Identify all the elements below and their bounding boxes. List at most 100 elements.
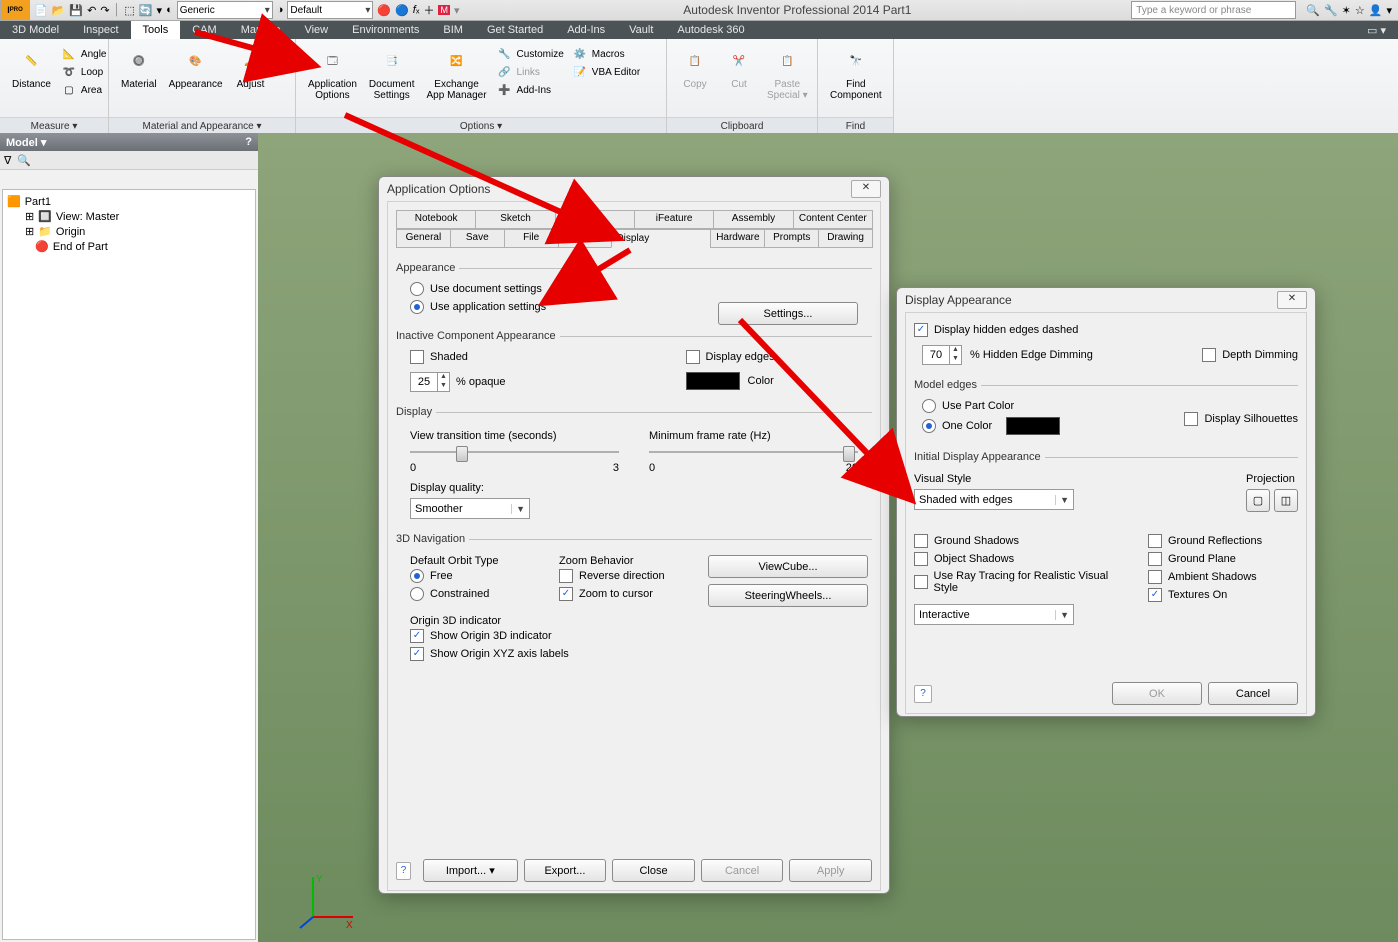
reverse-direction-check[interactable]: Reverse direction <box>559 567 688 585</box>
use-document-settings-radio[interactable]: Use document settings <box>410 280 872 298</box>
select-icon[interactable]: ▾ <box>157 4 163 17</box>
zoom-to-cursor-check[interactable]: ✓Zoom to cursor <box>559 585 688 603</box>
tab-hardware[interactable]: Hardware <box>710 229 765 248</box>
ribbon-tab-tools[interactable]: Tools <box>131 21 181 39</box>
ribbon-tab-manage[interactable]: Manage <box>229 21 293 39</box>
tab-general[interactable]: General <box>396 229 451 248</box>
tab-notebook[interactable]: Notebook <box>396 210 476 229</box>
new-icon[interactable]: 📄 <box>34 4 48 17</box>
ground-reflections-check[interactable]: Ground Reflections <box>1148 532 1298 550</box>
ribbon-tab-3d-model[interactable]: 3D Model <box>0 21 71 39</box>
material-button[interactable]: 🔘Material <box>115 41 163 90</box>
edge-color-swatch[interactable] <box>686 372 740 390</box>
ribbon-extra-icon[interactable]: ▭ ▾ <box>1355 21 1398 39</box>
appearance-combo[interactable]: Default▾ <box>287 1 373 19</box>
vba-button[interactable]: 📝VBA Editor <box>568 63 644 81</box>
open-icon[interactable]: 📂 <box>52 4 66 17</box>
visual-style-select[interactable]: Shaded with edges▼ <box>914 489 1074 510</box>
display-edges-check[interactable]: Display edges <box>686 348 775 366</box>
ribbon-tab-bim[interactable]: BIM <box>431 21 475 39</box>
show-xyz-check[interactable]: ✓Show Origin XYZ axis labels <box>410 645 858 663</box>
tab-sketch[interactable]: Sketch <box>475 210 555 229</box>
tab-file[interactable]: File <box>504 229 559 248</box>
fx-icon[interactable]: fₓ <box>413 4 420 16</box>
exchange-app-button[interactable]: 🔀Exchange App Manager <box>421 41 493 101</box>
tab-colors[interactable]: Colors <box>558 229 613 248</box>
distance-button[interactable]: 📏 Distance <box>6 41 57 90</box>
ball2-icon[interactable]: 🔵 <box>395 4 409 17</box>
close-icon[interactable]: ✕ <box>1277 291 1307 309</box>
help-small-icon[interactable]: ? <box>245 136 252 148</box>
redo-icon[interactable]: ↷ <box>100 4 109 17</box>
panel-matapp-caption[interactable]: Material and Appearance ▾ <box>109 117 295 134</box>
appearance-button[interactable]: 🎨Appearance <box>163 41 229 90</box>
model-tree[interactable]: 🟧Part1 ⊞ 🔲View: Master ⊞ 📁Origin 🔴End of… <box>2 189 256 940</box>
mode-select[interactable]: Interactive▼ <box>914 604 1074 625</box>
binoculars-icon[interactable]: 🔍 <box>1306 4 1320 17</box>
ribbon-tab-add-ins[interactable]: Add-Ins <box>555 21 617 39</box>
dialog-help-icon[interactable]: ? <box>914 685 932 703</box>
close-icon[interactable]: ✕ <box>851 180 881 198</box>
area-button[interactable]: ▢Area <box>57 81 111 99</box>
ribbon-tab-inspect[interactable]: Inspect <box>71 21 130 39</box>
hidden-dimming-spinner[interactable]: 70▲▼ <box>922 345 962 365</box>
shaded-check[interactable]: Shaded <box>410 348 506 366</box>
textures-on-check[interactable]: ✓Textures On <box>1148 586 1298 604</box>
panel-measure-caption[interactable]: Measure ▾ <box>0 117 108 134</box>
opaque-spinner[interactable]: 25▲▼ <box>410 372 450 392</box>
projection-persp-button[interactable]: ◫ <box>1274 489 1298 512</box>
framerate-slider[interactable] <box>649 442 858 462</box>
dialog-help-icon[interactable]: ? <box>396 862 411 880</box>
browser-title[interactable]: Model ▾? <box>0 133 258 151</box>
undo-icon[interactable]: ↶ <box>87 4 96 17</box>
hidden-dashed-check[interactable]: ✓Display hidden edges dashed <box>914 321 1298 339</box>
tab-assembly[interactable]: Assembly <box>713 210 793 229</box>
ok-button[interactable]: OK <box>1112 682 1202 705</box>
quality-select[interactable]: Smoother▼ <box>410 498 530 519</box>
use-part-color-radio[interactable]: Use Part Color <box>922 397 1184 415</box>
tab-part[interactable]: Part <box>555 210 635 229</box>
depth-dimming-check[interactable]: Depth Dimming <box>1202 346 1298 364</box>
export-button[interactable]: Export... <box>524 859 607 882</box>
save-icon[interactable]: 💾 <box>69 4 83 17</box>
orbit-constrained-radio[interactable]: Constrained <box>410 585 539 603</box>
customize-button[interactable]: 🔧Customize <box>493 45 568 63</box>
one-color-radio[interactable]: One Color <box>922 415 1184 437</box>
tab-content-center[interactable]: Content Center <box>793 210 873 229</box>
settings-button[interactable]: Settings... <box>718 302 858 325</box>
filter-icon[interactable]: ∇ <box>4 154 11 167</box>
addins-button[interactable]: ➕Add-Ins <box>493 81 568 99</box>
tab-display[interactable]: Display <box>611 229 711 248</box>
material-ball-icon[interactable]: ◐ <box>166 4 173 16</box>
orbit-free-radio[interactable]: Free <box>410 567 539 585</box>
import-button[interactable]: Import... ▾ <box>423 859 518 882</box>
ribbon-tab-vault[interactable]: Vault <box>617 21 665 39</box>
app-logo[interactable]: IPRO <box>0 0 30 21</box>
appearance-ball-icon[interactable]: ◑ <box>277 4 284 16</box>
dialog-titlebar[interactable]: Application Options ✕ <box>379 177 889 201</box>
tree-end[interactable]: 🔴End of Part <box>7 239 251 254</box>
projection-ortho-button[interactable]: ▢ <box>1246 489 1270 512</box>
tab-drawing[interactable]: Drawing <box>818 229 873 248</box>
ribbon-tab-autodesk-360[interactable]: Autodesk 360 <box>665 21 756 39</box>
find-component-button[interactable]: 🔭Find Component <box>824 41 888 101</box>
tree-root[interactable]: 🟧Part1 <box>7 194 251 209</box>
m-icon[interactable]: M <box>438 5 450 15</box>
tab-prompts[interactable]: Prompts <box>764 229 819 248</box>
star-icon[interactable]: ☆ <box>1355 4 1365 17</box>
object-shadows-check[interactable]: Object Shadows <box>914 550 1128 568</box>
ray-tracing-check[interactable]: Use Ray Tracing for Realistic Visual Sty… <box>914 568 1128 596</box>
ribbon-tab-get-started[interactable]: Get Started <box>475 21 555 39</box>
region-icon[interactable]: ⬚ <box>124 4 134 17</box>
key-icon[interactable]: 🔧 <box>1324 4 1338 17</box>
macros-button[interactable]: ⚙️Macros <box>568 45 644 63</box>
cancel-button[interactable]: Cancel <box>1208 682 1298 705</box>
ambient-shadows-check[interactable]: Ambient Shadows <box>1148 568 1298 586</box>
application-options-button[interactable]: 🗔Application Options <box>302 41 363 101</box>
update-icon[interactable]: 🔄 <box>139 4 153 17</box>
signin-icon[interactable]: 👤 <box>1369 4 1383 17</box>
dialog-titlebar[interactable]: Display Appearance ✕ <box>897 288 1315 312</box>
tab-save[interactable]: Save <box>450 229 505 248</box>
links-button[interactable]: 🔗Links <box>493 63 568 81</box>
ribbon-tab-cam[interactable]: CAM <box>180 21 228 39</box>
